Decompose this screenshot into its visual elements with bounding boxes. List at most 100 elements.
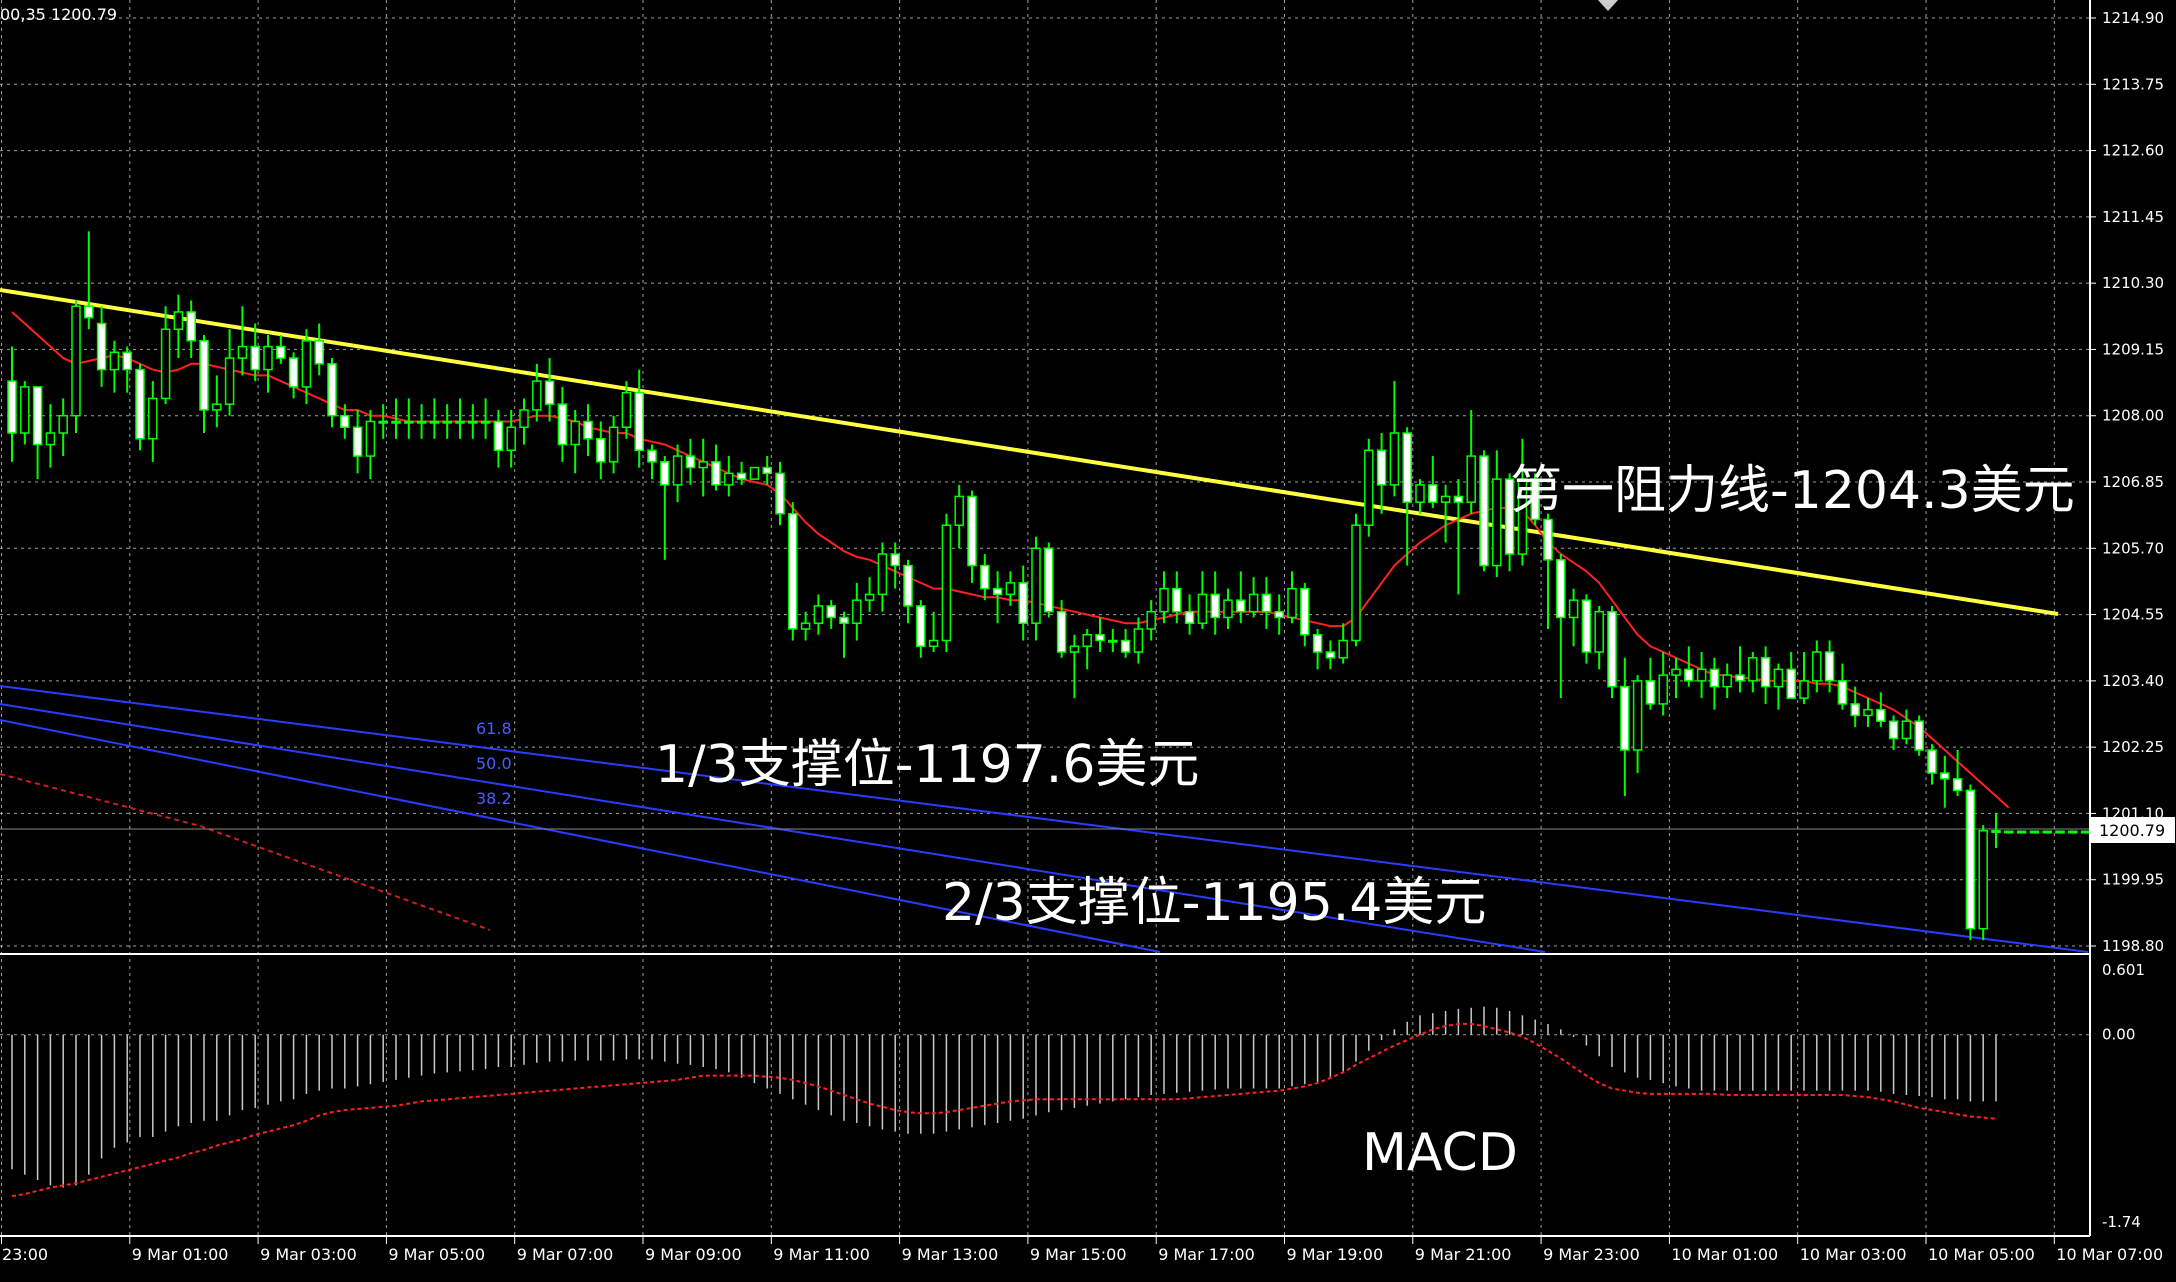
- price-tick-label: 1202.25: [2102, 738, 2164, 756]
- candle-body: [1824, 651, 1835, 682]
- time-tick-label: 9 Mar 01:00: [132, 1245, 229, 1264]
- candle-body: [941, 524, 952, 642]
- price-tick-label: 1214.90: [2102, 9, 2164, 27]
- price-tick-label: 1211.45: [2102, 208, 2164, 226]
- macd-tick-label: -1.74: [2102, 1213, 2141, 1231]
- candle-body: [800, 622, 811, 630]
- macd-annotation: MACD: [1362, 1123, 1518, 1183]
- candle-body: [71, 305, 81, 417]
- candle-body: [122, 351, 132, 371]
- time-tick-label: 9 Mar 11:00: [773, 1245, 870, 1264]
- candle-body: [2068, 830, 2078, 834]
- price-tick-label: 1199.95: [2102, 871, 2164, 889]
- candle-body: [340, 414, 350, 428]
- candle-body: [96, 322, 107, 371]
- candle-body: [954, 495, 964, 526]
- candle-body: [1082, 633, 1092, 648]
- support-1-3-annotation: 1/3支撑位-1197.6美元: [655, 735, 1199, 795]
- candle-body: [1479, 455, 1489, 567]
- candle-body: [621, 391, 632, 428]
- candle-body: [404, 420, 414, 424]
- candle-body: [864, 593, 875, 601]
- candle-body: [583, 420, 593, 440]
- candle-body: [1786, 668, 1796, 699]
- candle-body: [1236, 599, 1246, 613]
- price-tick-label: 1212.60: [2102, 142, 2164, 160]
- candle-body: [608, 426, 619, 463]
- time-tick-label: 9 Mar 05:00: [388, 1245, 485, 1264]
- candle-body: [173, 311, 184, 331]
- candle-body: [1312, 633, 1323, 653]
- price-tick-label: 1204.55: [2102, 606, 2164, 624]
- candle-body: [1952, 778, 1963, 792]
- candle-body: [788, 512, 798, 630]
- candle-body: [1069, 645, 1080, 653]
- candle-body: [1837, 680, 1848, 705]
- candle-body: [1658, 674, 1668, 705]
- candle-body: [1876, 708, 1886, 722]
- candle-body: [301, 340, 312, 388]
- candle-body: [2029, 830, 2040, 834]
- candle-body: [749, 466, 760, 480]
- candle-body: [1568, 599, 1579, 619]
- price-chart[interactable]: 1214.90 1213.75 1212.60 1211.45 1210.30 1209.…: [0, 0, 2176, 1278]
- candle-body: [711, 461, 721, 486]
- candle-body: [1760, 657, 1771, 688]
- candle-body: [698, 461, 708, 469]
- candle-body: [135, 368, 145, 440]
- candle-body: [1338, 639, 1348, 659]
- candle-body: [1709, 668, 1720, 688]
- candle-body: [199, 340, 209, 411]
- price-tick-label: 1203.40: [2102, 672, 2164, 690]
- time-tick-label: 9 Mar 21:00: [1415, 1245, 1512, 1264]
- candle-body: [1927, 749, 1937, 774]
- candle-body: [2080, 830, 2091, 834]
- candle-body: [1274, 610, 1284, 619]
- macd-tick-label: 0.601: [2102, 961, 2145, 979]
- time-tick-label: 10 Mar 01:00: [1671, 1245, 1778, 1264]
- candle-body: [1607, 610, 1617, 688]
- candle-body: [1440, 495, 1451, 503]
- candle-body: [1466, 455, 1476, 503]
- candle-body: [1146, 610, 1156, 630]
- candle-body: [276, 345, 286, 359]
- candle-body: [532, 380, 542, 411]
- candle-body: [2016, 830, 2027, 834]
- candle-body: [1632, 680, 1643, 751]
- candle-body: [1351, 524, 1361, 642]
- candle-body: [45, 432, 56, 446]
- candle-body: [32, 386, 43, 446]
- time-tick-label: 9 Mar 09:00: [645, 1245, 742, 1264]
- candle-body: [352, 426, 363, 457]
- candle-body: [762, 466, 772, 475]
- candle-body: [1287, 587, 1297, 619]
- candle-body: [1210, 593, 1220, 619]
- candle-body: [1863, 708, 1873, 717]
- candle-body: [288, 357, 299, 388]
- candle-body: [519, 409, 529, 428]
- candle-body: [1428, 484, 1438, 503]
- candle-body: [1722, 674, 1732, 688]
- candle-body: [2004, 830, 2014, 834]
- fib-label-50-0: 50.0: [476, 754, 512, 773]
- candle-body: [736, 472, 747, 480]
- candle-body: [1696, 668, 1707, 682]
- candle-body: [20, 386, 30, 434]
- price-tick-label: 1213.75: [2102, 75, 2164, 93]
- candle-body: [1197, 593, 1208, 624]
- time-tick-label: 10 Mar 07:00: [2056, 1245, 2163, 1264]
- candle-body: [442, 420, 452, 424]
- price-tick-label: 1208.00: [2102, 407, 2164, 425]
- candle-body: [1748, 657, 1758, 682]
- candle-body: [1978, 829, 1988, 930]
- candle-body: [1914, 720, 1924, 751]
- time-tick-label: 9 Mar 03:00: [260, 1245, 357, 1264]
- price-tick-label: 1209.15: [2102, 340, 2164, 358]
- candle-body: [1325, 651, 1336, 659]
- candle-body: [1159, 587, 1169, 613]
- candle-body: [967, 495, 977, 567]
- time-tick-label: 9 Mar 17:00: [1158, 1245, 1255, 1264]
- candle-body: [1172, 587, 1182, 613]
- resistance-annotation: 第一阻力线-1204.3美元: [1510, 461, 2075, 521]
- candle-body: [647, 449, 657, 463]
